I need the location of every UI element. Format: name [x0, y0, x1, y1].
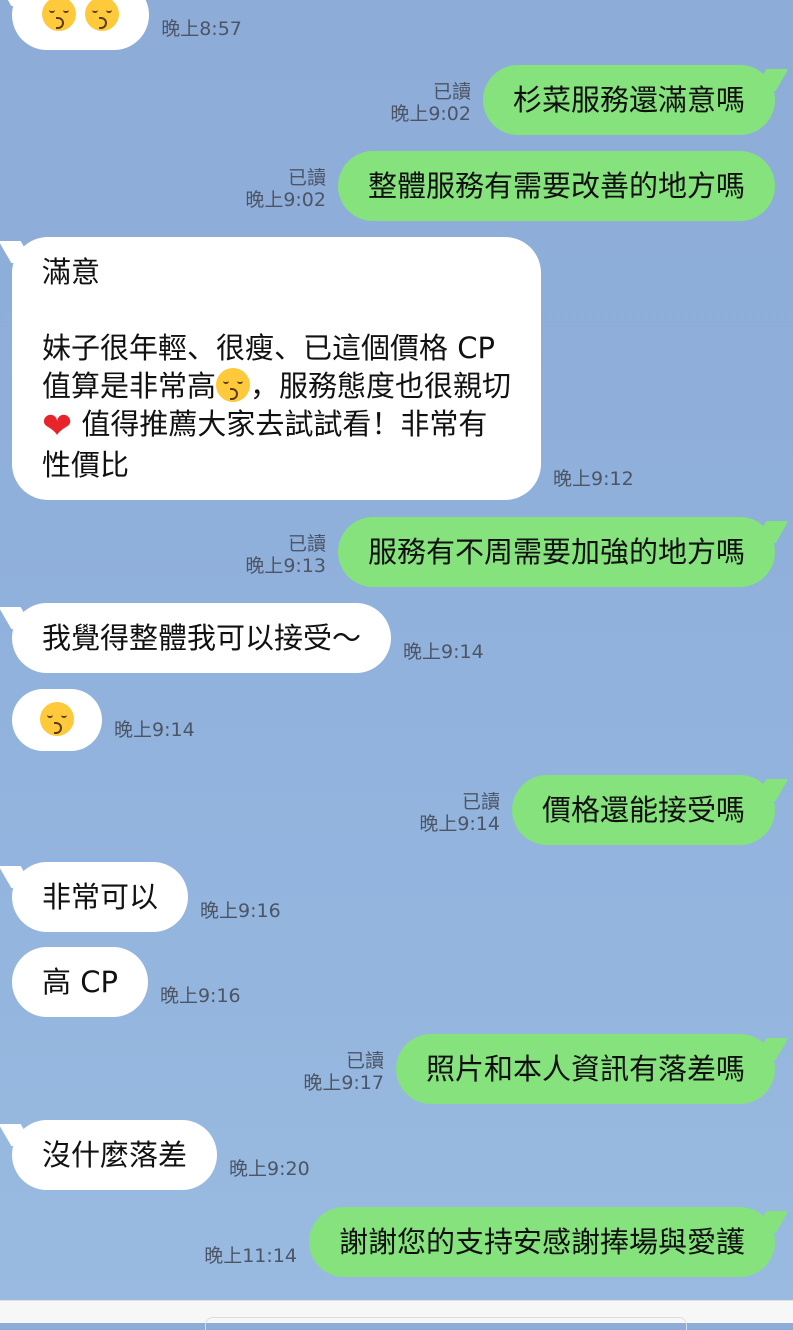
incoming-message: 非常可以晚上9:16: [12, 862, 293, 932]
message-bubble[interactable]: 滿意 妹子很年輕、很瘦、已這個價格 CP 值算是非常高 ，服務態度也很親切 ❤ 值…: [12, 237, 542, 500]
incoming-message: 高 CP 晚上9:16: [12, 947, 253, 1017]
message-text: 我覺得整體我可以接受～: [42, 621, 362, 655]
timestamp: 晚上9:13: [245, 555, 326, 577]
incoming-message: 滿意 妹子很年輕、很瘦、已這個價格 CP 值算是非常高 ，服務態度也很親切 ❤ 值…: [12, 237, 646, 500]
message-meta: 晚上8:57: [161, 18, 242, 40]
input-field[interactable]: [205, 1317, 687, 1330]
message-text: 值得推薦大家去試試看！非常有 性價比: [42, 407, 488, 482]
outgoing-message: 謝謝您的支持安感謝捧場與愛護晚上11:14: [192, 1207, 775, 1277]
message-meta: 晚上9:12: [553, 468, 634, 490]
message-text: 非常可以: [42, 880, 159, 914]
message-meta: 已讀 晚上9:14: [419, 791, 500, 835]
read-receipt: 已讀: [345, 1050, 384, 1072]
kissing-face-emoji-icon: [216, 368, 251, 402]
message-bubble[interactable]: 沒什麼落差: [12, 1120, 218, 1190]
message-bubble[interactable]: [12, 0, 150, 50]
incoming-message: 晚上8:57: [12, 0, 254, 50]
incoming-message: 沒什麼落差晚上9:20: [12, 1120, 322, 1190]
message-bubble[interactable]: 高 CP: [12, 947, 148, 1017]
message-meta: 已讀 晚上9:02: [390, 81, 471, 125]
message-meta: 晚上9:20: [229, 1158, 310, 1180]
message-meta: 晚上9:16: [160, 985, 241, 1007]
message-bubble[interactable]: 服務有不周需要加強的地方嗎: [337, 517, 775, 587]
message-text: 謝謝您的支持安感謝捧場與愛護: [338, 1225, 745, 1259]
timestamp: 晚上9:20: [229, 1158, 310, 1180]
timestamp: 晚上9:17: [303, 1072, 384, 1094]
message-text: 照片和本人資訊有落差嗎: [425, 1052, 745, 1086]
message-meta: 已讀 晚上9:02: [245, 167, 326, 211]
read-receipt: 已讀: [287, 533, 326, 555]
outgoing-message: 價格還能接受嗎 已讀 晚上9:14: [407, 775, 775, 845]
message-meta: 已讀 晚上9:17: [303, 1050, 384, 1094]
incoming-message: 晚上9:14: [12, 689, 207, 751]
timestamp: 晚上9:02: [390, 103, 471, 125]
message-bubble[interactable]: [12, 689, 102, 751]
timestamp: 晚上8:57: [161, 18, 242, 40]
message-text: [76, 0, 85, 32]
outgoing-message: 照片和本人資訊有落差嗎 已讀 晚上9:17: [291, 1034, 775, 1104]
message-text: 高 CP: [42, 965, 118, 999]
incoming-message: 我覺得整體我可以接受～ 晚上9:14: [12, 603, 496, 673]
outgoing-message: 服務有不周需要加強的地方嗎 已讀 晚上9:13: [233, 517, 775, 587]
timestamp: 晚上9:14: [403, 641, 484, 663]
outgoing-message: 杉菜服務還滿意嗎 已讀 晚上9:02: [378, 65, 775, 135]
kissing-face-emoji-icon: [40, 702, 74, 736]
message-meta: 晚上9:14: [114, 719, 195, 741]
message-bubble[interactable]: 我覺得整體我可以接受～: [12, 603, 392, 673]
outgoing-message: 整體服務有需要改善的地方嗎 已讀 晚上9:02: [233, 151, 775, 221]
message-meta: 晚上11:14: [204, 1245, 297, 1267]
read-receipt: 已讀: [287, 167, 326, 189]
timestamp: 晚上9:16: [159, 985, 241, 1007]
timestamp: 晚上9:16: [200, 900, 281, 922]
message-bubble[interactable]: 謝謝您的支持安感謝捧場與愛護: [308, 1207, 775, 1277]
message-text: 服務有不周需要加強的地方嗎: [367, 535, 745, 569]
kissing-face-emoji-icon: [42, 0, 76, 31]
message-bubble[interactable]: 非常可以: [12, 862, 189, 932]
kissing-face-emoji-icon: [85, 0, 120, 31]
input-bar: [0, 1300, 793, 1330]
message-text: 整體服務有需要改善的地方嗎: [367, 169, 745, 203]
message-text: ，服務態度也很親切: [250, 369, 512, 403]
message-text: 杉菜服務還滿意嗎: [512, 83, 745, 117]
read-receipt: 已讀: [461, 791, 500, 813]
red-heart-emoji-icon: ❤: [42, 406, 73, 447]
message-meta: 晚上9:14: [403, 641, 484, 663]
chat-history[interactable]: 晚上8:57 杉菜服務還滿意嗎 已讀 晚上9:02 整體服務有需要改善的地方嗎 已讀 晚上9…: [0, 0, 793, 1300]
message-meta: 晚上9:16: [200, 900, 281, 922]
timestamp: 晚上9:14: [114, 719, 195, 741]
timestamp: 晚上9:14: [419, 813, 500, 835]
message-text: 沒什麼落差: [42, 1138, 188, 1172]
timestamp: 晚上9:12: [553, 468, 634, 490]
message-text: 價格還能接受嗎: [541, 793, 745, 827]
message-bubble[interactable]: 整體服務有需要改善的地方嗎: [337, 151, 775, 221]
timestamp: 晚上11:14: [204, 1245, 297, 1267]
timestamp: 晚上9:02: [245, 189, 326, 211]
message-bubble[interactable]: 杉菜服務還滿意嗎: [482, 65, 775, 135]
read-receipt: 已讀: [432, 81, 471, 103]
message-bubble[interactable]: 照片和本人資訊有落差嗎: [395, 1034, 775, 1104]
message-bubble[interactable]: 價格還能接受嗎: [511, 775, 775, 845]
message-meta: 已讀 晚上9:13: [245, 533, 326, 577]
